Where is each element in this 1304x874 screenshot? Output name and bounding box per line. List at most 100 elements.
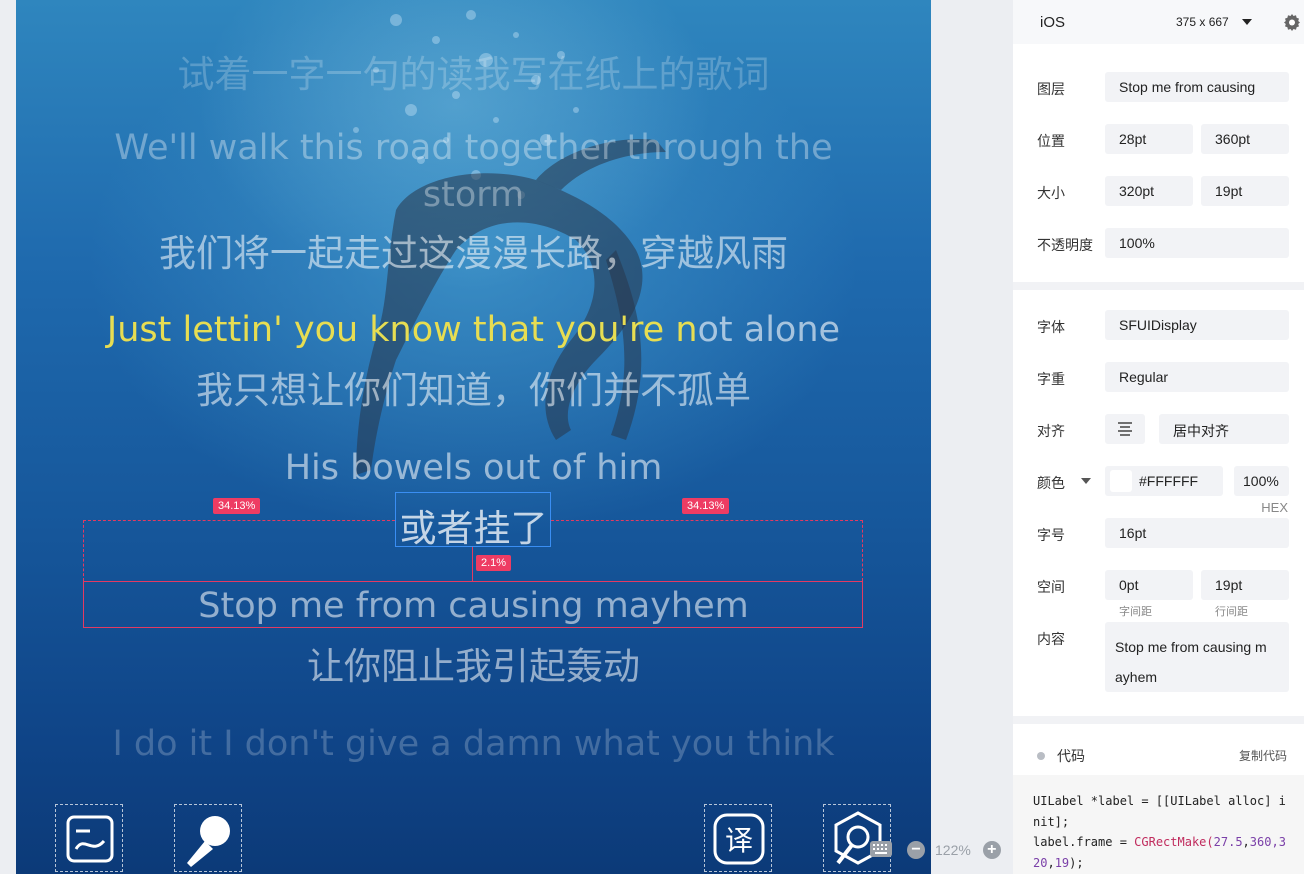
position-x-field[interactable]: 28pt [1105,124,1193,154]
layer-name-field[interactable]: Stop me from causing [1105,72,1289,102]
lyric-rest: ot alone [697,310,841,350]
lyric-highlight: Just lettin' you know that you're n [106,310,698,350]
code-token: , [1047,855,1055,870]
zoom-level: 122% [935,842,971,858]
lyric-line-1-en-b[interactable]: storm [16,175,931,215]
color-row: 颜色 #FFFFFF 100% [1013,466,1304,496]
design-canvas: 试着一字一句的读我写在纸上的歌词 We'll walk this road to… [0,0,1012,874]
microphone-button[interactable] [174,804,242,872]
line-spacing-field[interactable]: 19pt [1201,570,1289,600]
hover-selection-box [395,492,551,547]
search-icon [834,811,882,865]
keyboard-icon[interactable] [869,840,893,858]
inspector-panel: iOS 375 x 667 图层 Stop me from causing 位置… [1013,0,1304,874]
chevron-down-icon[interactable] [1242,19,1252,25]
code-token: 27.5 [1213,835,1243,849]
weight-label: 字重 [1037,371,1065,387]
position-label: 位置 [1037,133,1065,149]
device-size-select[interactable]: 375 x 667 [1176,15,1229,29]
lyric-line-1-en-a[interactable]: We'll walk this road together through th… [16,128,931,168]
color-label: 颜色 [1037,475,1065,491]
weight-row: 字重 Regular [1013,362,1304,392]
gear-icon[interactable] [1283,13,1301,31]
font-row: 字体 SFUIDisplay [1013,310,1304,340]
font-size-field[interactable]: 16pt [1105,518,1289,548]
align-label: 对齐 [1037,423,1065,439]
code-token: 360 [1249,835,1272,849]
color-mode-label[interactable]: HEX [1261,500,1288,515]
spacing-row: 空间 0pt 19pt [1013,570,1304,600]
code-token: label.frame = [1033,835,1135,849]
fontsize-row: 字号 16pt [1013,518,1304,548]
measure-tag-right: 34.13% [682,498,730,514]
font-label: 字体 [1037,319,1065,335]
measure-line-right [551,520,863,521]
letter-spacing-caption: 字间距 [1119,606,1152,618]
opacity-field[interactable]: 100% [1105,228,1289,258]
measure-tag-gap: 2.1% [476,555,512,571]
layer-label: 图层 [1037,81,1065,97]
measure-guide-left [83,520,84,581]
code-token: ,3 [1271,835,1286,849]
image-button[interactable] [55,804,123,872]
code-token: 19 [1054,855,1070,870]
align-value-field[interactable]: 居中对齐 [1159,414,1289,444]
copy-code-button[interactable]: 复制代码 [1239,747,1287,764]
code-token: , [1242,835,1250,849]
align-center-icon [1118,422,1132,436]
color-swatch[interactable] [1110,470,1132,492]
content-line-1: Stop me from causing m [1115,639,1267,655]
translate-icon: 译 [713,813,765,865]
code-token: ); [1069,855,1084,870]
color-alpha-field[interactable]: 100% [1234,466,1289,496]
zoom-in-button[interactable]: + [982,841,1001,859]
align-center-button[interactable] [1105,414,1145,444]
content-line-2: ayhem [1115,669,1158,685]
measure-guide-right [862,520,863,581]
content-label: 内容 [1037,631,1065,647]
code-token: CGRectMake( [1134,835,1214,849]
section-divider [1013,716,1304,724]
lyric-line-3-en[interactable]: His bowels out of him [16,448,931,488]
search-button[interactable] [823,804,891,872]
zoom-out-button[interactable]: − [907,841,925,859]
image-icon [66,815,114,863]
font-weight-field[interactable]: Regular [1105,362,1289,392]
panel-header: iOS 375 x 667 [1013,0,1304,44]
position-row: 位置 28pt 360pt [1013,124,1304,154]
width-field[interactable]: 320pt [1105,176,1193,206]
code-dot-icon [1037,752,1045,760]
artboard[interactable]: 试着一字一句的读我写在纸上的歌词 We'll walk this road to… [16,0,931,874]
letter-spacing-field[interactable]: 0pt [1105,570,1193,600]
translate-button[interactable]: 译 [704,804,772,872]
align-row: 对齐 居中对齐 [1013,414,1304,444]
platform-label[interactable]: iOS [1040,14,1065,31]
zoom-control: − 122% + [907,838,1001,862]
code-title: 代码 [1057,748,1085,764]
size-row: 大小 320pt 19pt [1013,176,1304,206]
lyric-line-2-cn[interactable]: 我只想让你们知道，你们并不孤单 [16,360,931,414]
lyric-line-0-cn[interactable]: 试着一字一句的读我写在纸上的歌词 [16,44,931,98]
height-field[interactable]: 19pt [1201,176,1289,206]
opacity-row: 不透明度 100% [1013,228,1304,258]
microphone-icon [187,816,230,867]
lyric-line-5-en[interactable]: I do it I don't give a damn what you thi… [16,724,931,764]
layer-row: 图层 Stop me from causing [1013,72,1304,102]
translate-glyph: 译 [725,824,753,857]
section-divider [1013,282,1304,290]
spacing-label: 空间 [1037,579,1065,595]
code-token: UILabel [1033,794,1091,808]
lyric-line-2-en[interactable]: Just lettin' you know that you're not al… [16,310,931,350]
lyric-line-1-cn[interactable]: 我们将一起走过这漫漫长路，穿越风雨 [16,223,931,277]
font-family-field[interactable]: SFUIDisplay [1105,310,1289,340]
measure-line-vertical [472,547,473,581]
code-block[interactable]: UILabel *label = [[UILabel alloc] i nit]… [1013,775,1304,874]
selected-layer-box[interactable] [83,581,863,628]
code-token: nit]; [1033,814,1070,829]
position-y-field[interactable]: 360pt [1201,124,1289,154]
chevron-down-icon[interactable] [1081,478,1091,484]
lyric-line-4-cn[interactable]: 让你阻止我引起轰动 [16,636,931,690]
content-row: 内容 Stop me from causing m ayhem [1013,622,1304,692]
content-textarea[interactable]: Stop me from causing m ayhem [1105,622,1289,692]
measure-line-left [83,520,395,521]
